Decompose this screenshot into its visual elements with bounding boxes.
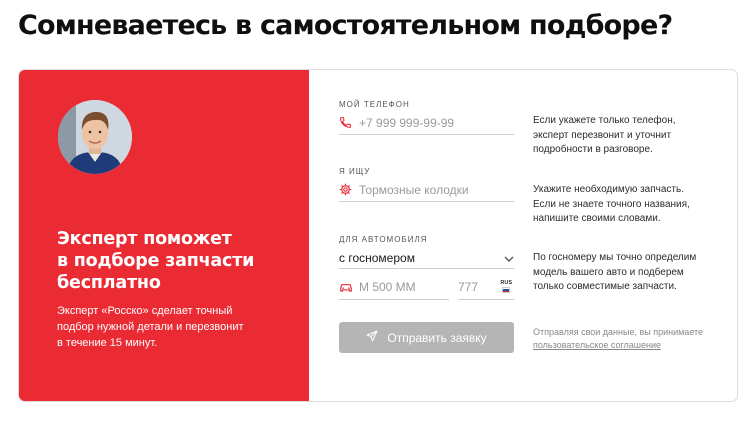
promo-heading-line: в подборе запчасти <box>57 251 255 271</box>
phone-icon <box>339 116 353 130</box>
car-hint: По госномеру мы точно определим модель в… <box>533 251 733 295</box>
part-field[interactable] <box>339 178 514 202</box>
promo-description: Эксперт «Росско» сделает точный подбор н… <box>57 303 297 351</box>
promo-heading: Эксперт поможет в подборе запчасти беспл… <box>57 228 297 294</box>
part-input[interactable] <box>359 182 509 197</box>
car-label: ДЛЯ АВТОМОБИЛЯ <box>339 235 428 244</box>
part-hint: Укажите необходимую запчасть. Если не зн… <box>533 183 733 227</box>
phone-field[interactable] <box>339 111 514 135</box>
russia-flag-icon: RUS <box>500 280 512 293</box>
hint-line: подробности в разговоре. <box>533 144 653 155</box>
hint-line: эксперт перезвонит и уточнит <box>533 129 672 141</box>
page-title: Сомневаетесь в самостоятельном подборе? <box>18 10 673 41</box>
plate-number-input[interactable] <box>359 279 444 294</box>
plate-number-field[interactable] <box>339 274 449 300</box>
flag-stripes <box>502 287 511 293</box>
hint-line: Если укажете только телефон, <box>533 115 676 126</box>
phone-input[interactable] <box>359 115 509 130</box>
promo-heading-line: Эксперт поможет <box>57 229 232 249</box>
gear-icon <box>339 183 353 197</box>
chevron-down-icon <box>504 251 514 265</box>
submit-label: Отправить заявку <box>387 330 487 345</box>
plate-region-input[interactable] <box>458 279 488 294</box>
expert-avatar <box>58 100 132 174</box>
hint-line: Если не знаете точного названия, <box>533 198 690 210</box>
plate-region-field[interactable]: RUS <box>458 274 514 300</box>
license-plate-fields: RUS <box>339 274 514 300</box>
consent-notice: Отправляя свои данные, вы принимаете пол… <box>533 326 733 352</box>
promo-panel: Эксперт поможет в подборе запчасти беспл… <box>19 70 309 401</box>
phone-label: МОЙ ТЕЛЕФОН <box>339 100 410 109</box>
hint-line: По госномеру мы точно определим <box>533 252 697 263</box>
user-agreement-link[interactable]: пользовательское соглашение <box>533 340 661 350</box>
promo-text-line: Эксперт «Росско» сделает точный <box>57 305 233 317</box>
hint-line: модель вашего авто и подберем <box>533 266 684 278</box>
submit-button[interactable]: Отправить заявку <box>339 322 514 353</box>
consent-text: Отправляя свои данные, вы принимаете <box>533 327 704 337</box>
country-code: RUS <box>500 280 512 286</box>
hint-line: только совместимые запчасти. <box>533 281 677 292</box>
promo-heading-line: бесплатно <box>57 273 161 293</box>
car-search-mode-select[interactable]: с госномером <box>339 247 514 269</box>
promo-text-line: в течение 15 минут. <box>57 337 158 349</box>
promo-text-line: подбор нужной детали и перезвонит <box>57 321 244 333</box>
hint-line: Укажите необходимую запчасть. <box>533 184 685 195</box>
car-search-mode-value: с госномером <box>339 250 415 265</box>
send-icon <box>366 330 378 345</box>
request-form: МОЙ ТЕЛЕФОН Если укажете только телефон,… <box>309 70 737 401</box>
phone-hint: Если укажете только телефон, эксперт пер… <box>533 114 733 158</box>
hint-line: напишите своими словами. <box>533 213 661 224</box>
expert-help-card: Эксперт поможет в подборе запчасти беспл… <box>18 69 738 402</box>
part-label: Я ИЩУ <box>339 167 371 176</box>
car-icon <box>339 280 353 294</box>
